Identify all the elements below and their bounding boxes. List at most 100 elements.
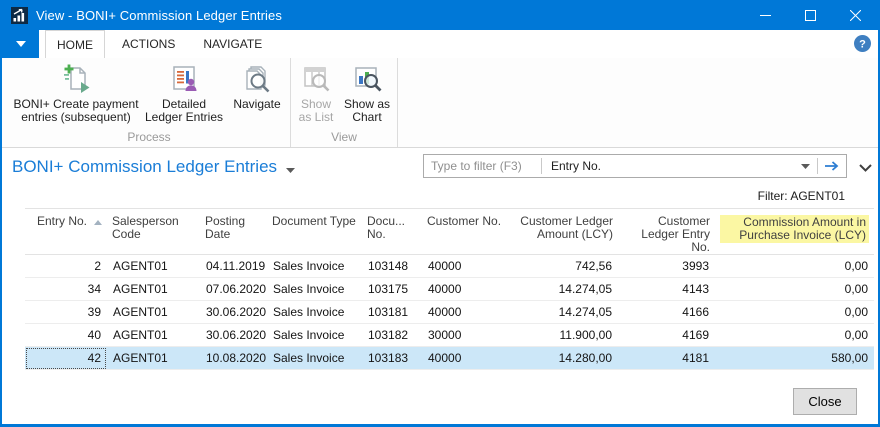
filter-field-dropdown-icon[interactable] [794,163,817,169]
table-cell[interactable]: 103181 [362,300,422,324]
table-cell[interactable]: 40 [25,323,107,347]
table-cell[interactable]: 2 [25,254,107,278]
navigate-icon [241,62,273,95]
create-payment-entries-icon [60,62,92,95]
table-cell[interactable]: AGENT01 [107,277,200,301]
column-header[interactable]: Posting Date [200,208,267,255]
column-header[interactable]: Customer No. [422,208,512,255]
column-header[interactable]: Entry No. [25,208,107,255]
ribbon-group-process-label: Process [127,130,171,144]
table-cell[interactable]: 0,00 [715,300,874,324]
table-cell[interactable]: 07.06.2020 [200,277,267,301]
collapse-chevron-icon[interactable] [859,159,872,177]
table-cell[interactable]: 4143 [618,277,715,301]
table-cell[interactable]: AGENT01 [107,346,200,370]
table-cell[interactable]: 4169 [618,323,715,347]
table-cell[interactable]: Sales Invoice [267,346,362,370]
column-header[interactable]: Salesperson Code [107,208,200,255]
table-cell[interactable]: 14.274,05 [512,300,618,324]
table-cell[interactable]: 580,00 [715,346,874,370]
table-cell[interactable]: 14.274,05 [512,277,618,301]
column-header[interactable]: Docu... No. [362,208,422,255]
svg-text:?: ? [859,39,866,51]
table-cell[interactable]: 40000 [422,254,512,278]
show-as-list-button: Show as List [293,58,339,124]
table-cell[interactable]: 42 [25,346,107,370]
page-title-text: BONI+ Commission Ledger Entries [12,156,278,176]
table-cell[interactable]: 103175 [362,277,422,301]
table-cell[interactable]: Sales Invoice [267,300,362,324]
table-cell[interactable]: 0,00 [715,254,874,278]
table-cell[interactable]: AGENT01 [107,300,200,324]
show-as-list-icon [300,62,332,95]
highlighted-column-header-label: Commission Amount in Purchase Invoice (L… [720,215,869,243]
column-header[interactable]: Commission Amount in Purchase Invoice (L… [715,208,874,255]
table-cell[interactable]: 40000 [422,300,512,324]
table-cell[interactable]: 3993 [618,254,715,278]
table-cell[interactable]: 40000 [422,277,512,301]
table-row[interactable]: 39 AGENT01 30.06.2020 Sales Invoice 103181 40… [25,300,874,324]
table-cell[interactable]: AGENT01 [107,254,200,278]
table-cell[interactable]: 34 [25,277,107,301]
table-cell[interactable]: 14.280,00 [512,346,618,370]
create-payment-entries-button[interactable]: BONI+ Create payment entries (subsequent… [10,58,142,124]
column-header[interactable]: Document Type [267,208,362,255]
table-cell[interactable]: 10.08.2020 [200,346,267,370]
navigate-button[interactable]: Navigate [226,58,288,111]
app-menu-button[interactable] [2,30,39,58]
table-cell[interactable]: 39 [25,300,107,324]
ledger-entries-grid: Entry No. Salesperson Code Posting Date Doc… [25,208,874,370]
table-cell[interactable]: 103148 [362,254,422,278]
table-cell[interactable]: 0,00 [715,323,874,347]
table-row[interactable]: 2 AGENT01 04.11.2019 Sales Invoice 103148 400… [25,254,874,278]
table-cell[interactable]: 30.06.2020 [200,300,267,324]
filter-box: Type to filter (F3) Entry No. [423,154,847,178]
tab-home[interactable]: HOME [45,30,105,58]
show-as-chart-button[interactable]: Show as Chart [339,58,395,124]
ribbon-tab-strip: HOME ACTIONS NAVIGATE ? [2,30,878,58]
table-row[interactable]: 34 AGENT01 07.06.2020 Sales Invoice 103175 40… [25,277,874,301]
table-cell[interactable]: AGENT01 [107,323,200,347]
ribbon-group-view-label: View [331,130,357,144]
table-cell[interactable]: 103183 [362,346,422,370]
page-title-caret-icon[interactable] [286,158,296,178]
titlebar[interactable]: View - BONI+ Commission Ledger Entries [2,0,878,30]
show-as-chart-icon [351,62,383,95]
table-cell[interactable]: Sales Invoice [267,323,362,347]
table-cell[interactable]: 04.11.2019 [200,254,267,278]
table-row[interactable]: 40 AGENT01 30.06.2020 Sales Invoice 103182 30… [25,323,874,347]
filter-field-selector[interactable]: Entry No. [542,159,794,173]
chart-app-icon [11,6,28,24]
table-row[interactable]: 42 AGENT01 10.08.2020 Sales Invoice 103183 40… [25,346,874,370]
ribbon-group-process: BONI+ Create payment entries (subsequent… [8,58,290,147]
close-button[interactable]: Close [793,388,857,415]
tab-navigate[interactable]: NAVIGATE [192,30,273,58]
filter-input[interactable]: Type to filter (F3) [424,159,541,173]
tab-actions[interactable]: ACTIONS [111,30,186,58]
table-cell[interactable]: 30000 [422,323,512,347]
table-cell[interactable]: Sales Invoice [267,277,362,301]
table-cell[interactable]: 40000 [422,346,512,370]
table-header-row: Entry No. Salesperson Code Posting Date Doc… [25,208,874,255]
table-cell[interactable]: 742,56 [512,254,618,278]
table-cell[interactable]: 30.06.2020 [200,323,267,347]
show-as-chart-label: Show as Chart [343,97,391,124]
table-cell[interactable]: 103182 [362,323,422,347]
detailed-ledger-entries-button[interactable]: Detailed Ledger Entries [142,58,226,124]
apply-filter-arrow-icon[interactable] [818,161,846,171]
table-cell[interactable]: 4166 [618,300,715,324]
table-cell[interactable]: 4181 [618,346,715,370]
window-controls [743,0,878,30]
minimize-button[interactable] [743,0,788,30]
ribbon: BONI+ Create payment entries (subsequent… [2,58,878,148]
close-window-button[interactable] [833,0,878,30]
maximize-button[interactable] [788,0,833,30]
column-header[interactable]: Customer Ledger Entry No. [618,208,715,255]
page-title[interactable]: BONI+ Commission Ledger Entries [12,155,296,178]
table-cell[interactable]: Sales Invoice [267,254,362,278]
column-header[interactable]: Customer Ledger Amount (LCY) [512,208,618,255]
help-icon[interactable]: ? [854,35,871,57]
table-cell[interactable]: 11.900,00 [512,323,618,347]
window-title: View - BONI+ Commission Ledger Entries [36,7,282,23]
table-cell[interactable]: 0,00 [715,277,874,301]
